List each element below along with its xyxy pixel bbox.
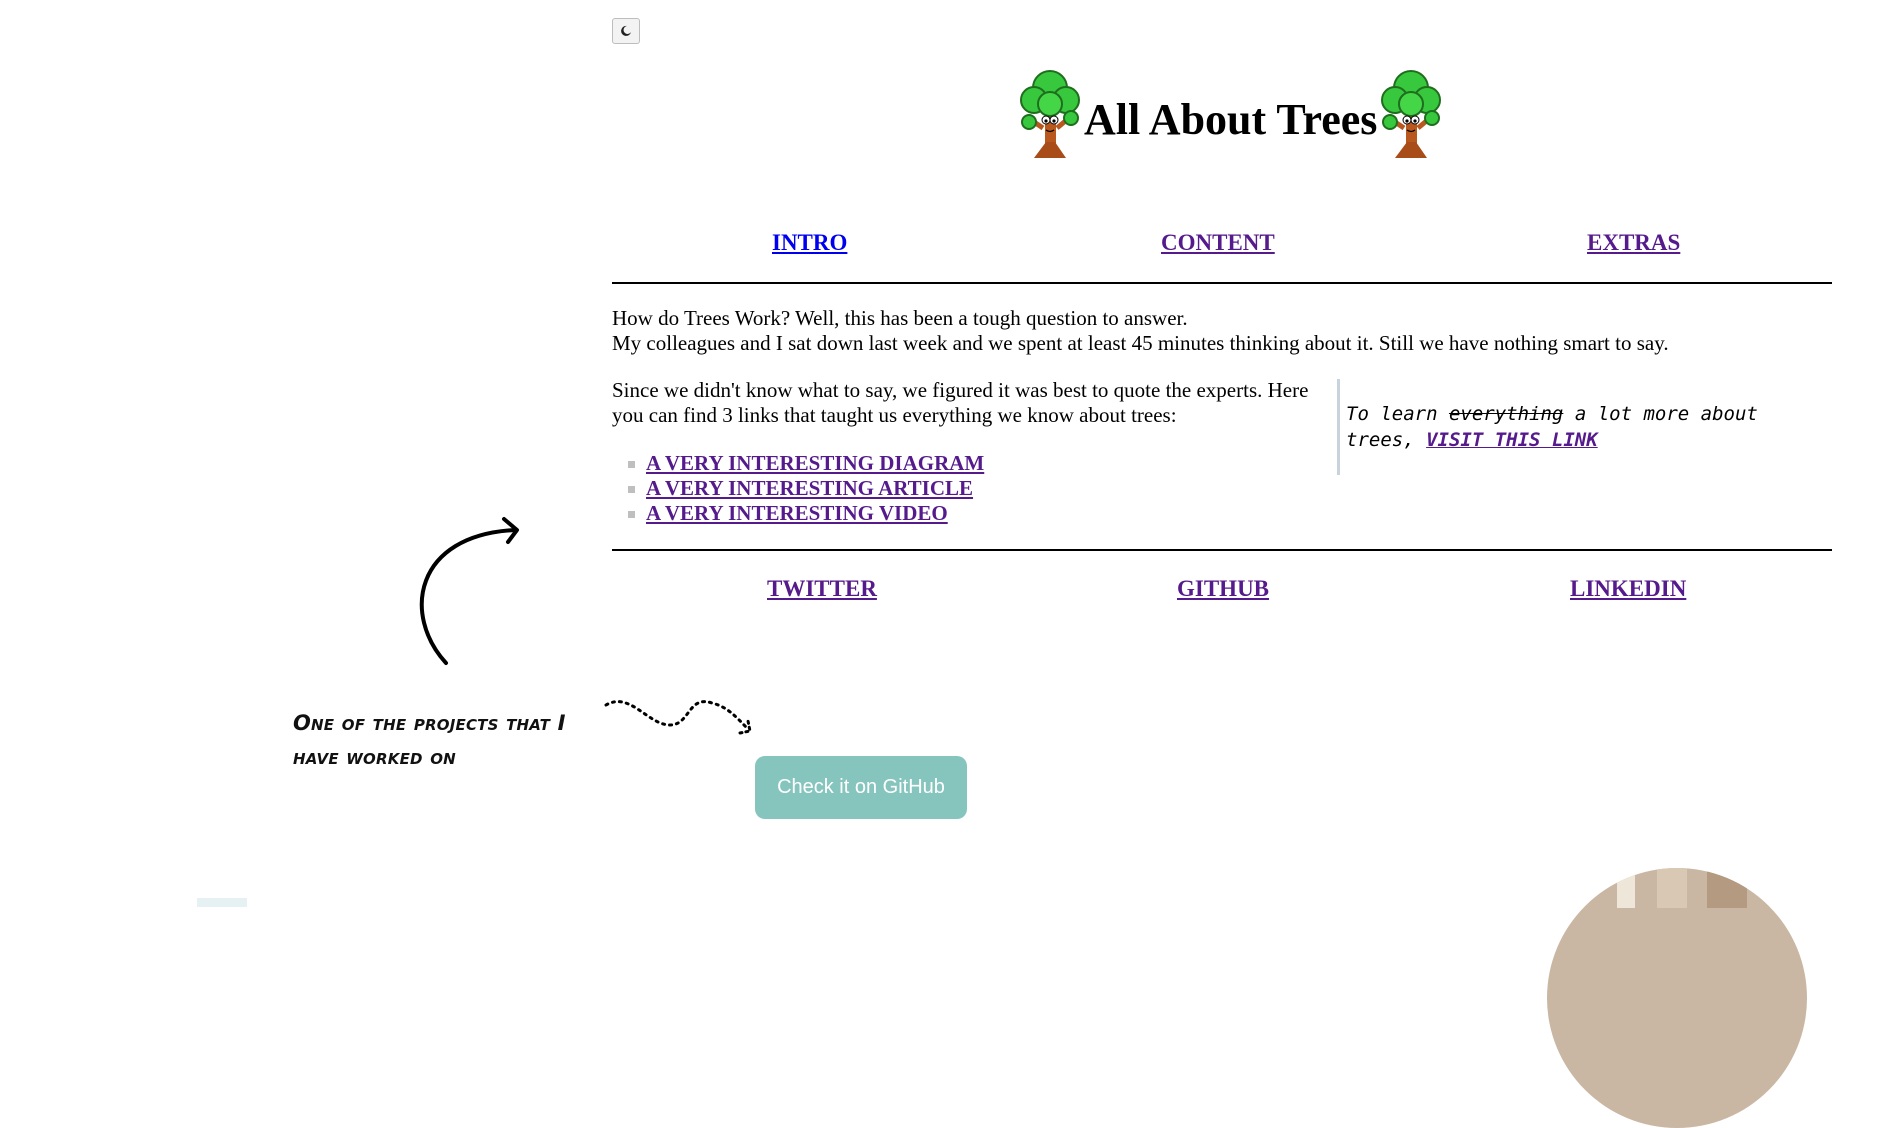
main-nav: INTRO CONTENT EXTRAS [612,230,1832,262]
intro-section: How do Trees Work? Well, this has been a… [612,306,1669,356]
project-caption: One of the projects that I have worked o… [293,711,566,769]
check-github-button[interactable]: Check it on GitHub [755,756,967,819]
curved-arrow-icon [419,517,519,665]
intro-line-1: How do Trees Work? Well, this has been a… [612,306,1188,330]
github-link[interactable]: GITHUB [1177,576,1269,602]
diagram-link[interactable]: A VERY INTERESTING DIAGRAM [646,451,984,475]
list-item: A VERY INTERESTING DIAGRAM [622,451,984,476]
nav-link-intro[interactable]: INTRO [772,230,847,256]
bottom-divider [612,549,1832,551]
twitter-link[interactable]: TWITTER [767,576,877,602]
nav-link-extras[interactable]: EXTRAS [1587,230,1680,256]
list-item: A VERY INTERESTING ARTICLE [622,476,984,501]
aside-line2-prefix: trees, [1346,429,1415,451]
moon-icon [621,25,631,36]
tree-icon [1381,70,1442,158]
top-divider [612,282,1832,284]
tree-icon [1020,70,1080,158]
learn-more-aside: To learn everything a lot more about tre… [1337,379,1758,475]
list-item: A VERY INTERESTING VIDEO [622,501,984,526]
experts-line-2: you can find 3 links that taught us ever… [612,403,1177,427]
aside-line-1: To learn everything a lot more about [1346,401,1758,427]
visit-this-link[interactable]: VISIT THIS LINK [1426,429,1598,451]
page-header: All About Trees [1018,66,1443,160]
site-title: All About Trees [1084,94,1378,144]
intro-line-2: My colleagues and I sat down last week a… [612,331,1669,355]
expert-links-list: A VERY INTERESTING DIAGRAM A VERY INTERE… [622,451,984,526]
aside-line-2: trees, VISIT THIS LINK [1346,427,1758,453]
dotted-arrow-icon [604,700,752,735]
nav-link-content[interactable]: CONTENT [1161,230,1275,256]
experts-line-1: Since we didn't know what to say, we fig… [612,378,1309,402]
linkedin-link[interactable]: LINKEDIN [1570,576,1686,602]
experts-intro: Since we didn't know what to say, we fig… [612,378,1312,428]
article-link[interactable]: A VERY INTERESTING ARTICLE [646,476,973,500]
next-section-tile [197,898,247,907]
theme-toggle-button[interactable] [612,18,640,44]
project-preview-image [1547,868,1807,1128]
social-links: TWITTER GITHUB LINKEDIN [612,576,1832,608]
aside-prefix: To learn [1346,403,1438,425]
video-link[interactable]: A VERY INTERESTING VIDEO [646,501,948,525]
aside-struck-word: everything [1448,403,1564,425]
aside-suffix: a lot more about [1574,403,1758,425]
